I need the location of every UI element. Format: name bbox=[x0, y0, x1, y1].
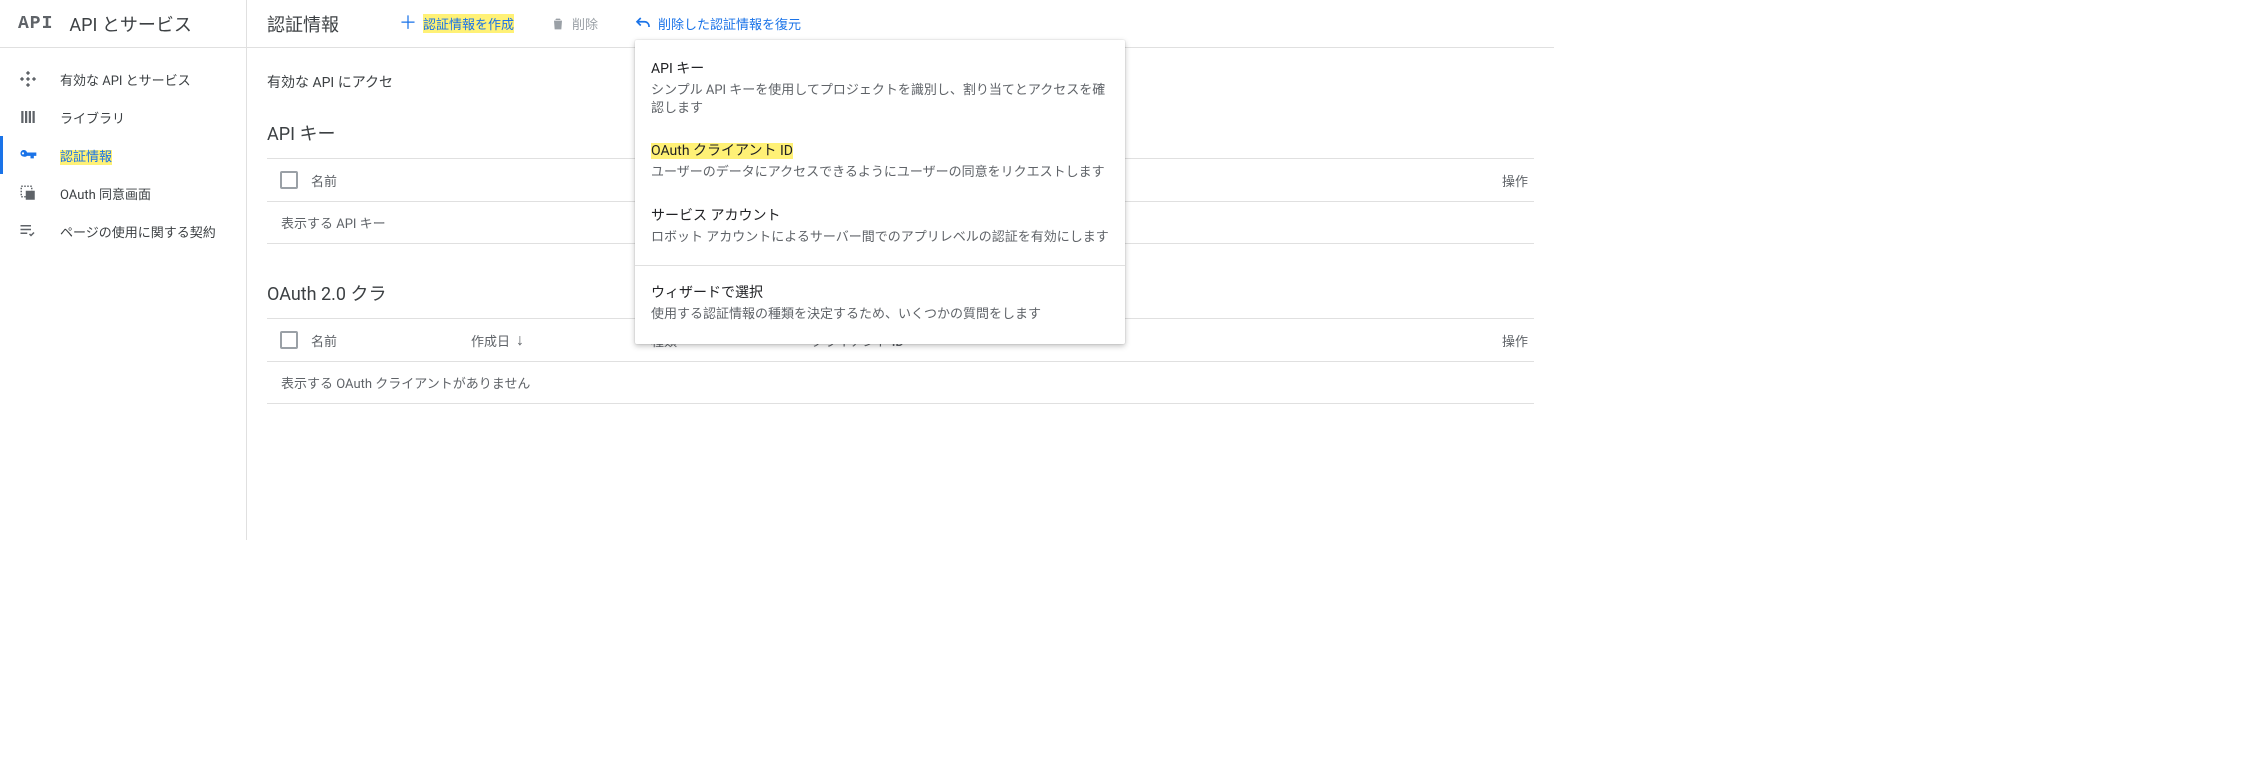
page-title: 認証情報 bbox=[267, 11, 339, 37]
menu-item-wizard[interactable]: ウィザードで選択 使用する認証情報の種類を決定するため、いくつかの質問をします bbox=[635, 272, 1125, 336]
settings-check-icon bbox=[18, 222, 38, 240]
menu-item-title: ウィザードで選択 bbox=[651, 282, 1109, 302]
delete-label: 削除 bbox=[572, 14, 598, 33]
sidebar-item-page-usage[interactable]: ページの使用に関する契約 bbox=[0, 212, 246, 250]
menu-item-service-account[interactable]: サービス アカウント ロボット アカウントによるサーバー間でのアプリレベルの認証… bbox=[635, 195, 1125, 259]
menu-item-desc: ユーザーのデータにアクセスできるようにユーザーの同意をリクエストします bbox=[651, 164, 1109, 182]
consent-icon bbox=[18, 184, 38, 202]
sidebar-nav: 有効な API とサービス ライブラリ 認証情報 OAuth 同意画面 bbox=[0, 48, 246, 250]
sidebar-item-label: ライブラリ bbox=[60, 108, 125, 127]
oauth-clients-empty: 表示する OAuth クライアントがありません bbox=[267, 362, 1534, 404]
sidebar-item-oauth-consent[interactable]: OAuth 同意画面 bbox=[0, 174, 246, 212]
sidebar-item-library[interactable]: ライブラリ bbox=[0, 98, 246, 136]
create-credentials-menu: API キー シンプル API キーを使用してプロジェクトを識別し、割り当てとア… bbox=[635, 40, 1125, 344]
menu-item-desc: シンプル API キーを使用してプロジェクトを識別し、割り当てとアクセスを確認し… bbox=[651, 82, 1109, 118]
menu-divider bbox=[635, 265, 1125, 266]
plus-icon: ＋ bbox=[399, 15, 417, 33]
menu-item-oauth-client[interactable]: OAuth クライアント ID ユーザーのデータにアクセスできるようにユーザーの… bbox=[635, 130, 1125, 194]
sidebar-item-label: 認証情報 bbox=[60, 146, 112, 165]
sidebar-item-enabled-apis[interactable]: 有効な API とサービス bbox=[0, 60, 246, 98]
diamond-grid-icon bbox=[18, 70, 38, 88]
menu-item-title: OAuth クライアント ID bbox=[651, 140, 1109, 160]
sidebar-item-credentials[interactable]: 認証情報 bbox=[0, 136, 246, 174]
select-all-checkbox[interactable] bbox=[280, 331, 298, 349]
product-logo: API bbox=[18, 14, 53, 34]
restore-label: 削除した認証情報を復元 bbox=[658, 14, 801, 33]
sort-desc-icon: ↓ bbox=[516, 330, 524, 350]
delete-button[interactable]: 削除 bbox=[546, 10, 602, 37]
menu-item-desc: ロボット アカウントによるサーバー間でのアプリレベルの認証を有効にします bbox=[651, 229, 1109, 247]
menu-item-title: API キー bbox=[651, 58, 1109, 78]
product-title: API とサービス bbox=[69, 11, 191, 37]
create-credentials-button[interactable]: ＋ 認証情報を作成 bbox=[395, 10, 518, 37]
sidebar-item-label: OAuth 同意画面 bbox=[60, 184, 151, 203]
col-ops: 操作 bbox=[1484, 171, 1534, 190]
sidebar: API API とサービス 有効な API とサービス ライブラリ 認証情報 bbox=[0, 0, 247, 540]
col-ops: 操作 bbox=[1484, 331, 1534, 350]
library-icon bbox=[18, 108, 38, 126]
col-name[interactable]: 名前 bbox=[311, 331, 471, 350]
col-created[interactable]: 作成日 ↓ bbox=[471, 330, 651, 350]
menu-item-title: サービス アカウント bbox=[651, 205, 1109, 225]
restore-button[interactable]: 削除した認証情報を復元 bbox=[630, 10, 805, 37]
menu-item-api-key[interactable]: API キー シンプル API キーを使用してプロジェクトを識別し、割り当てとア… bbox=[635, 48, 1125, 130]
main-area: 認証情報 ＋ 認証情報を作成 削除 削除した認証情報を復元 有効な API にア… bbox=[247, 0, 1554, 540]
create-credentials-label: 認証情報を作成 bbox=[423, 14, 514, 33]
sidebar-item-label: 有効な API とサービス bbox=[60, 70, 191, 89]
sidebar-item-label: ページの使用に関する契約 bbox=[60, 222, 216, 241]
select-all-checkbox[interactable] bbox=[280, 171, 298, 189]
key-icon bbox=[18, 145, 38, 165]
menu-item-desc: 使用する認証情報の種類を決定するため、いくつかの質問をします bbox=[651, 306, 1109, 324]
product-header: API API とサービス bbox=[0, 0, 246, 48]
col-name[interactable]: 名前 bbox=[311, 171, 471, 190]
undo-icon bbox=[634, 15, 652, 33]
trash-icon bbox=[550, 16, 566, 32]
